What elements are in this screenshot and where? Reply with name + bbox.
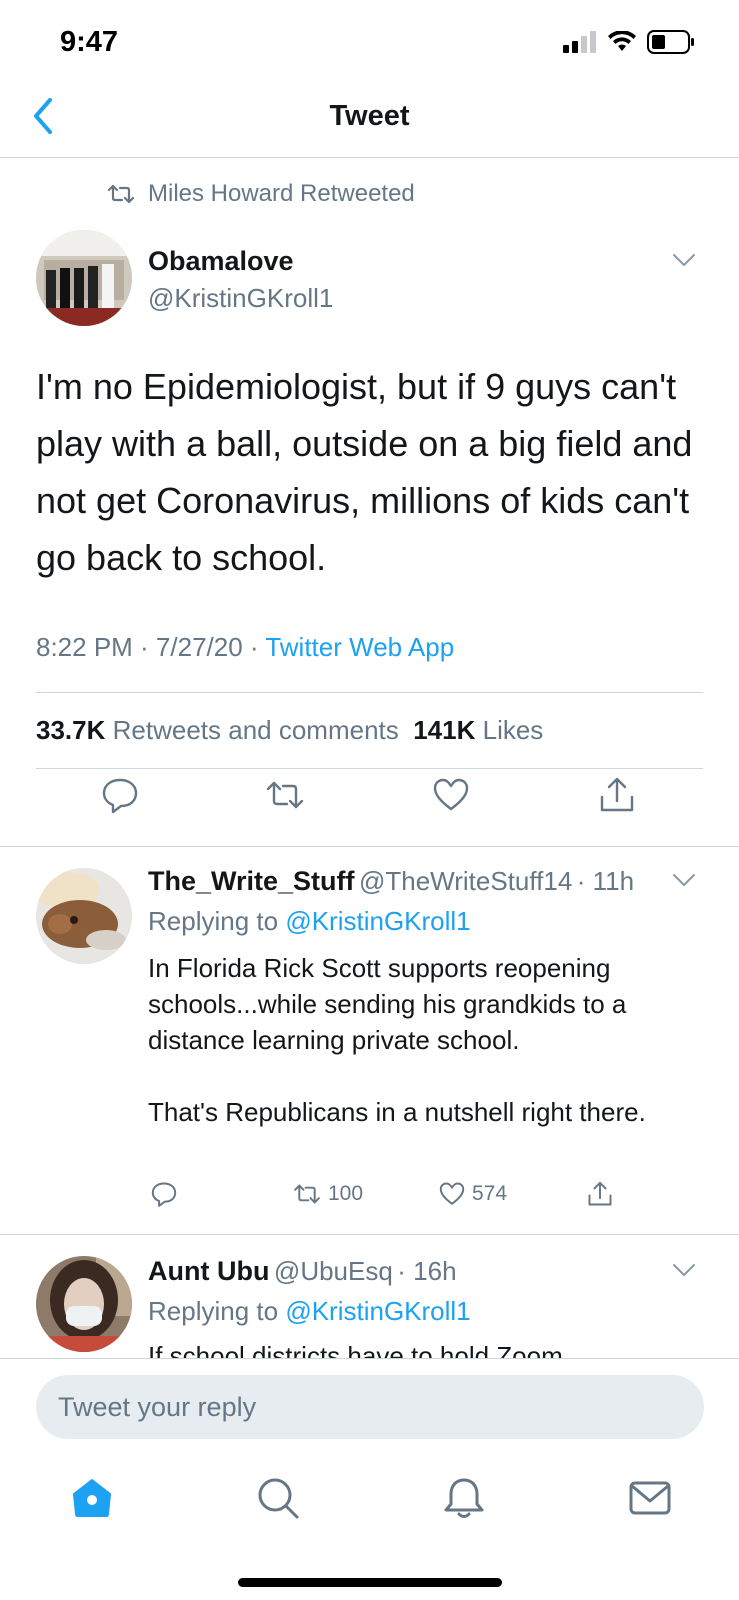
reply-text: In Florida Rick Scott supports reopening… <box>148 953 646 1127</box>
reply-text: If school districts have to hold Zoom <box>148 1341 563 1358</box>
compose-divider <box>0 1358 739 1359</box>
wifi-icon <box>608 31 636 51</box>
author-avatar[interactable] <box>36 230 132 326</box>
divider <box>0 1234 739 1235</box>
reply-author-name[interactable]: Aunt Ubu <box>148 1256 269 1286</box>
reply-header: The_Write_Stuff @TheWriteStuff14 · 11h <box>148 866 634 897</box>
chevron-down-icon[interactable] <box>672 872 696 888</box>
reply-author-handle[interactable]: @TheWriteStuff14 <box>359 866 572 896</box>
reply-author-name[interactable]: The_Write_Stuff <box>148 866 355 896</box>
reply-input[interactable]: Tweet your reply <box>36 1375 704 1439</box>
tweet-timestamp: 8:22 PM · 7/27/20 · <box>36 632 266 662</box>
reply-time: · 11h <box>576 866 635 896</box>
reply-reply-button[interactable] <box>150 1180 178 1208</box>
reply-avatar[interactable] <box>36 1256 132 1352</box>
author-name[interactable]: Obamalove <box>148 246 294 277</box>
reply-header: Aunt Ubu @UbuEsq · 16h <box>148 1256 457 1287</box>
like-heart-icon[interactable] <box>431 775 471 815</box>
avatar-photo <box>36 1256 132 1352</box>
retweet-icon <box>294 1184 320 1204</box>
likes-count: 141K <box>413 715 476 745</box>
reply-author-handle[interactable]: @UbuEsq <box>274 1256 393 1286</box>
home-indicator[interactable] <box>238 1578 502 1587</box>
reply-retweet-count: 100 <box>328 1182 364 1205</box>
tweet-meta: 8:22 PM · 7/27/20 · Twitter Web App <box>36 632 454 663</box>
avatar-photo <box>36 230 132 326</box>
retweeted-by-label: Miles Howard Retweeted <box>148 180 415 207</box>
reply-like-button[interactable]: 574 <box>438 1180 507 1208</box>
like-heart-icon <box>439 1182 465 1205</box>
retweet-icon[interactable] <box>265 775 305 815</box>
signal-icon <box>563 31 596 53</box>
replying-to-mention[interactable]: @KristinGKroll1 <box>285 906 470 936</box>
nav-divider <box>0 157 739 158</box>
reply-share-button[interactable] <box>586 1180 614 1208</box>
reply-icon[interactable] <box>100 775 140 815</box>
reply-2: Aunt Ubu @UbuEsq · 16h Replying to @Kris… <box>0 1236 739 1358</box>
replying-to: Replying to @KristinGKroll1 <box>148 1296 471 1327</box>
retweets-label: Retweets and comments <box>112 715 399 745</box>
divider <box>36 768 703 769</box>
share-icon[interactable] <box>597 775 637 815</box>
home-icon[interactable] <box>68 1474 116 1522</box>
reply-like-count: 574 <box>472 1182 508 1205</box>
share-icon <box>588 1181 612 1206</box>
tweet-stats[interactable]: 33.7K Retweets and comments 141K Likes <box>36 715 543 746</box>
tweet-source-link[interactable]: Twitter Web App <box>265 632 454 662</box>
avatar-photo <box>36 868 132 964</box>
chevron-down-icon[interactable] <box>672 252 696 268</box>
divider <box>36 692 703 693</box>
tweet-actions <box>0 775 739 825</box>
retweeted-by[interactable]: Miles Howard Retweeted <box>108 180 415 208</box>
mail-icon[interactable] <box>626 1474 674 1522</box>
divider <box>0 846 739 847</box>
page-title: Tweet <box>329 100 410 132</box>
replying-to-prefix: Replying to <box>148 1296 286 1326</box>
search-icon[interactable] <box>254 1474 302 1522</box>
reply-icon <box>151 1182 177 1207</box>
tweet-text: I'm no Epidemiologist, but if 9 guys can… <box>36 366 693 578</box>
replying-to: Replying to @KristinGKroll1 <box>148 906 471 937</box>
author-handle[interactable]: @KristinGKroll1 <box>148 283 333 314</box>
status-time: 9:47 <box>60 26 119 58</box>
reply-retweet-button[interactable]: 100 <box>292 1180 363 1208</box>
reply-avatar[interactable] <box>36 868 132 964</box>
bell-icon[interactable] <box>440 1474 488 1522</box>
likes-label: Likes <box>482 715 544 745</box>
chevron-down-icon[interactable] <box>672 1262 696 1278</box>
retweet-icon <box>108 184 134 204</box>
replying-to-mention[interactable]: @KristinGKroll1 <box>285 1296 470 1326</box>
reply-actions: 100 574 <box>0 1180 739 1216</box>
battery-icon <box>647 30 694 54</box>
retweets-count: 33.7K <box>36 715 106 745</box>
status-icons <box>563 30 695 54</box>
replying-to-prefix: Replying to <box>148 906 286 936</box>
reply-time: · 16h <box>397 1256 457 1286</box>
